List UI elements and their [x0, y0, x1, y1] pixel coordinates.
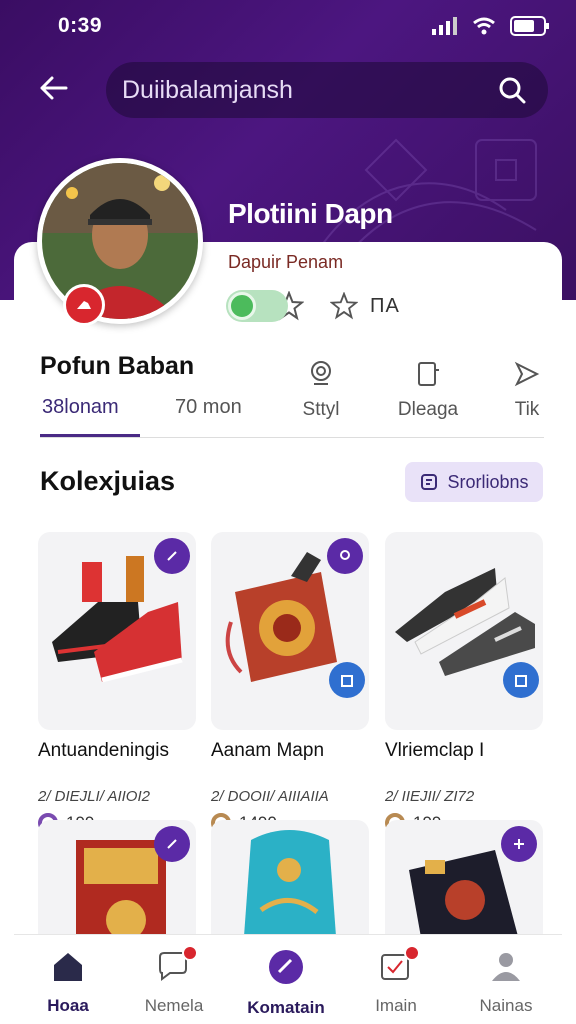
rating-label: ΠA [370, 294, 400, 317]
action-tik[interactable]: Tik [487, 360, 567, 421]
arrow-left-icon [40, 76, 68, 100]
collection-item[interactable]: Vlriemclap I 2/ IIEJII/ ZI72 199 [385, 532, 543, 833]
profile-subtitle: Dapuir Penam [228, 252, 344, 272]
bottom-nav: Hoaa Nemela Komatain Imain Nainas [14, 934, 562, 1024]
add-icon[interactable] [501, 826, 537, 862]
star-outline-icon[interactable] [330, 292, 358, 320]
section-name: Pofun Baban [40, 352, 195, 380]
status-bar: 0:39 [0, 10, 576, 44]
action-tik-label: Tik [514, 399, 540, 420]
collection-item[interactable]: Antuandeningis 2/ DIEJLI/ AIIOI2 199 [38, 532, 196, 833]
back-button[interactable] [36, 70, 72, 106]
document-icon [418, 362, 439, 386]
avatar[interactable] [37, 158, 203, 324]
nav-profile[interactable]: Nainas [456, 949, 556, 1016]
action-dleaga-label: Dleaga [397, 399, 459, 420]
action-dleaga[interactable]: Dleaga [388, 360, 468, 421]
sort-icon [421, 474, 438, 490]
item-meta: 2/ IIEJII/ ZI72 [385, 788, 475, 805]
trash-icon[interactable] [329, 662, 365, 698]
verified-badge [63, 284, 105, 326]
tabs-divider [40, 437, 544, 438]
edit-icon[interactable] [154, 826, 190, 862]
search-bar[interactable] [106, 62, 548, 118]
nav-profile-label: Nainas [479, 996, 533, 1015]
search-input[interactable] [122, 75, 482, 105]
notification-dot [182, 945, 198, 961]
send-icon [514, 361, 540, 387]
tab-first[interactable]: 38lonam [42, 396, 119, 419]
nav-home[interactable]: Hoaa [18, 949, 118, 1016]
item-meta: 2/ DIEJLI/ AIIOI2 [38, 788, 150, 805]
signal-icon [432, 17, 457, 35]
boot-icon [77, 301, 91, 309]
search-icon[interactable] [498, 76, 526, 104]
nav-collection[interactable]: Komatain [236, 949, 336, 1018]
item-name: Aanam Mapn [211, 740, 325, 761]
home-icon [54, 953, 82, 981]
rating-row: ΠA [226, 290, 400, 322]
nav-calendar[interactable]: Imain [346, 945, 446, 1016]
item-meta: 2/ DOOII/ AIIIAIIA [211, 788, 329, 805]
status-toggle[interactable] [226, 290, 288, 322]
wifi-icon [473, 17, 495, 35]
nav-home-label: Hoaa [47, 996, 89, 1015]
collection-item[interactable]: Aanam Mapn 2/ DOOII/ AIIIAIIA 1490 [211, 532, 369, 833]
tag-icon [269, 950, 303, 984]
status-time: 0:39 [58, 14, 103, 37]
collections-title: Kolexjuias [40, 466, 176, 496]
item-image [385, 532, 543, 730]
item-image [38, 532, 196, 730]
tab-second[interactable]: 70 mon [175, 396, 242, 419]
nav-messages-label: Nemela [144, 996, 204, 1015]
battery-icon [510, 16, 549, 36]
profile-name: Plotiini Dapn [228, 198, 393, 229]
user-icon [492, 953, 520, 981]
trash-icon[interactable] [503, 662, 539, 698]
app-screen: 0:39 Duiibalamjansh Plotiini Dapn Dapuir… [0, 0, 576, 1024]
notification-dot [404, 945, 420, 961]
badge-icon [311, 361, 331, 385]
nav-collection-label: Komatain [247, 998, 325, 1017]
sort-button[interactable]: Srorliobns [405, 462, 543, 502]
item-name: Vlriemclap I [385, 740, 485, 761]
edit-icon[interactable] [154, 538, 190, 574]
nav-messages[interactable]: Nemela [124, 945, 224, 1016]
item-name: Antuandeningis [38, 740, 169, 761]
item-image [211, 532, 369, 730]
sort-label: Srorliobns [447, 471, 529, 492]
nav-calendar-label: Imain [375, 996, 417, 1015]
action-style-label: Sttyl [302, 399, 340, 420]
pin-icon[interactable] [327, 538, 363, 574]
action-style[interactable]: Sttyl [281, 360, 361, 421]
